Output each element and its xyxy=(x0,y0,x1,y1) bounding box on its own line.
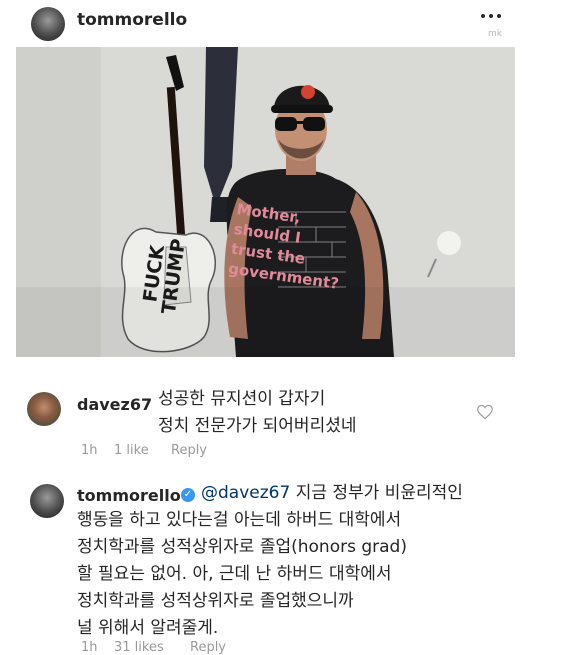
comment-username[interactable]: tommorello xyxy=(77,486,181,505)
verified-badge-icon: ✓ xyxy=(181,488,195,502)
watermark: mk xyxy=(488,29,502,39)
comment-time: 1h xyxy=(81,443,98,458)
post-username[interactable]: tommorello xyxy=(77,10,187,30)
avatar[interactable] xyxy=(31,7,65,41)
comment-text-line6: 널 위해서 알려줄게. xyxy=(77,618,219,638)
post-photo[interactable]: FUCK TRUMP Mother, should I trust the go… xyxy=(16,47,515,357)
reply-button[interactable]: Reply xyxy=(190,640,226,655)
mention-link[interactable]: @davez67 xyxy=(201,483,290,503)
comment-likes[interactable]: 1 like xyxy=(114,443,149,458)
comment-text-line2: 행동을 하고 있다는걸 아는데 하버드 대학에서 xyxy=(77,510,402,530)
comment-text-rest: 지금 정부가 비윤리적인 xyxy=(290,483,463,503)
comment-text-line4: 할 필요는 없어. 아, 근데 난 하버드 대학에서 xyxy=(77,564,392,584)
comment-text-line1: @davez67 지금 정부가 비윤리적인 xyxy=(201,480,463,507)
comment-text-line2: 정치 전문가가 되어버리셨네 xyxy=(158,416,357,436)
heart-icon[interactable] xyxy=(476,404,494,420)
comment-time: 1h xyxy=(81,640,98,655)
reply-button[interactable]: Reply xyxy=(171,443,207,458)
commenter-avatar[interactable] xyxy=(27,392,61,426)
comment-text-line5: 정치학과를 성적상위자로 졸업했으니까 xyxy=(77,591,354,611)
comment-likes[interactable]: 31 likes xyxy=(114,640,164,655)
shirt-text: Mother, should I trust the government? xyxy=(227,199,357,295)
comment-text-line3: 정치학과를 성적상위자로 졸업(honors grad) xyxy=(77,537,407,557)
comment-text-line1: 성공한 뮤지션이 갑자기 xyxy=(158,389,326,409)
commenter-avatar[interactable] xyxy=(30,484,64,518)
comment-username[interactable]: davez67 xyxy=(77,395,152,414)
more-options-icon[interactable] xyxy=(481,12,501,20)
post-header: tommorello mk xyxy=(0,0,568,46)
